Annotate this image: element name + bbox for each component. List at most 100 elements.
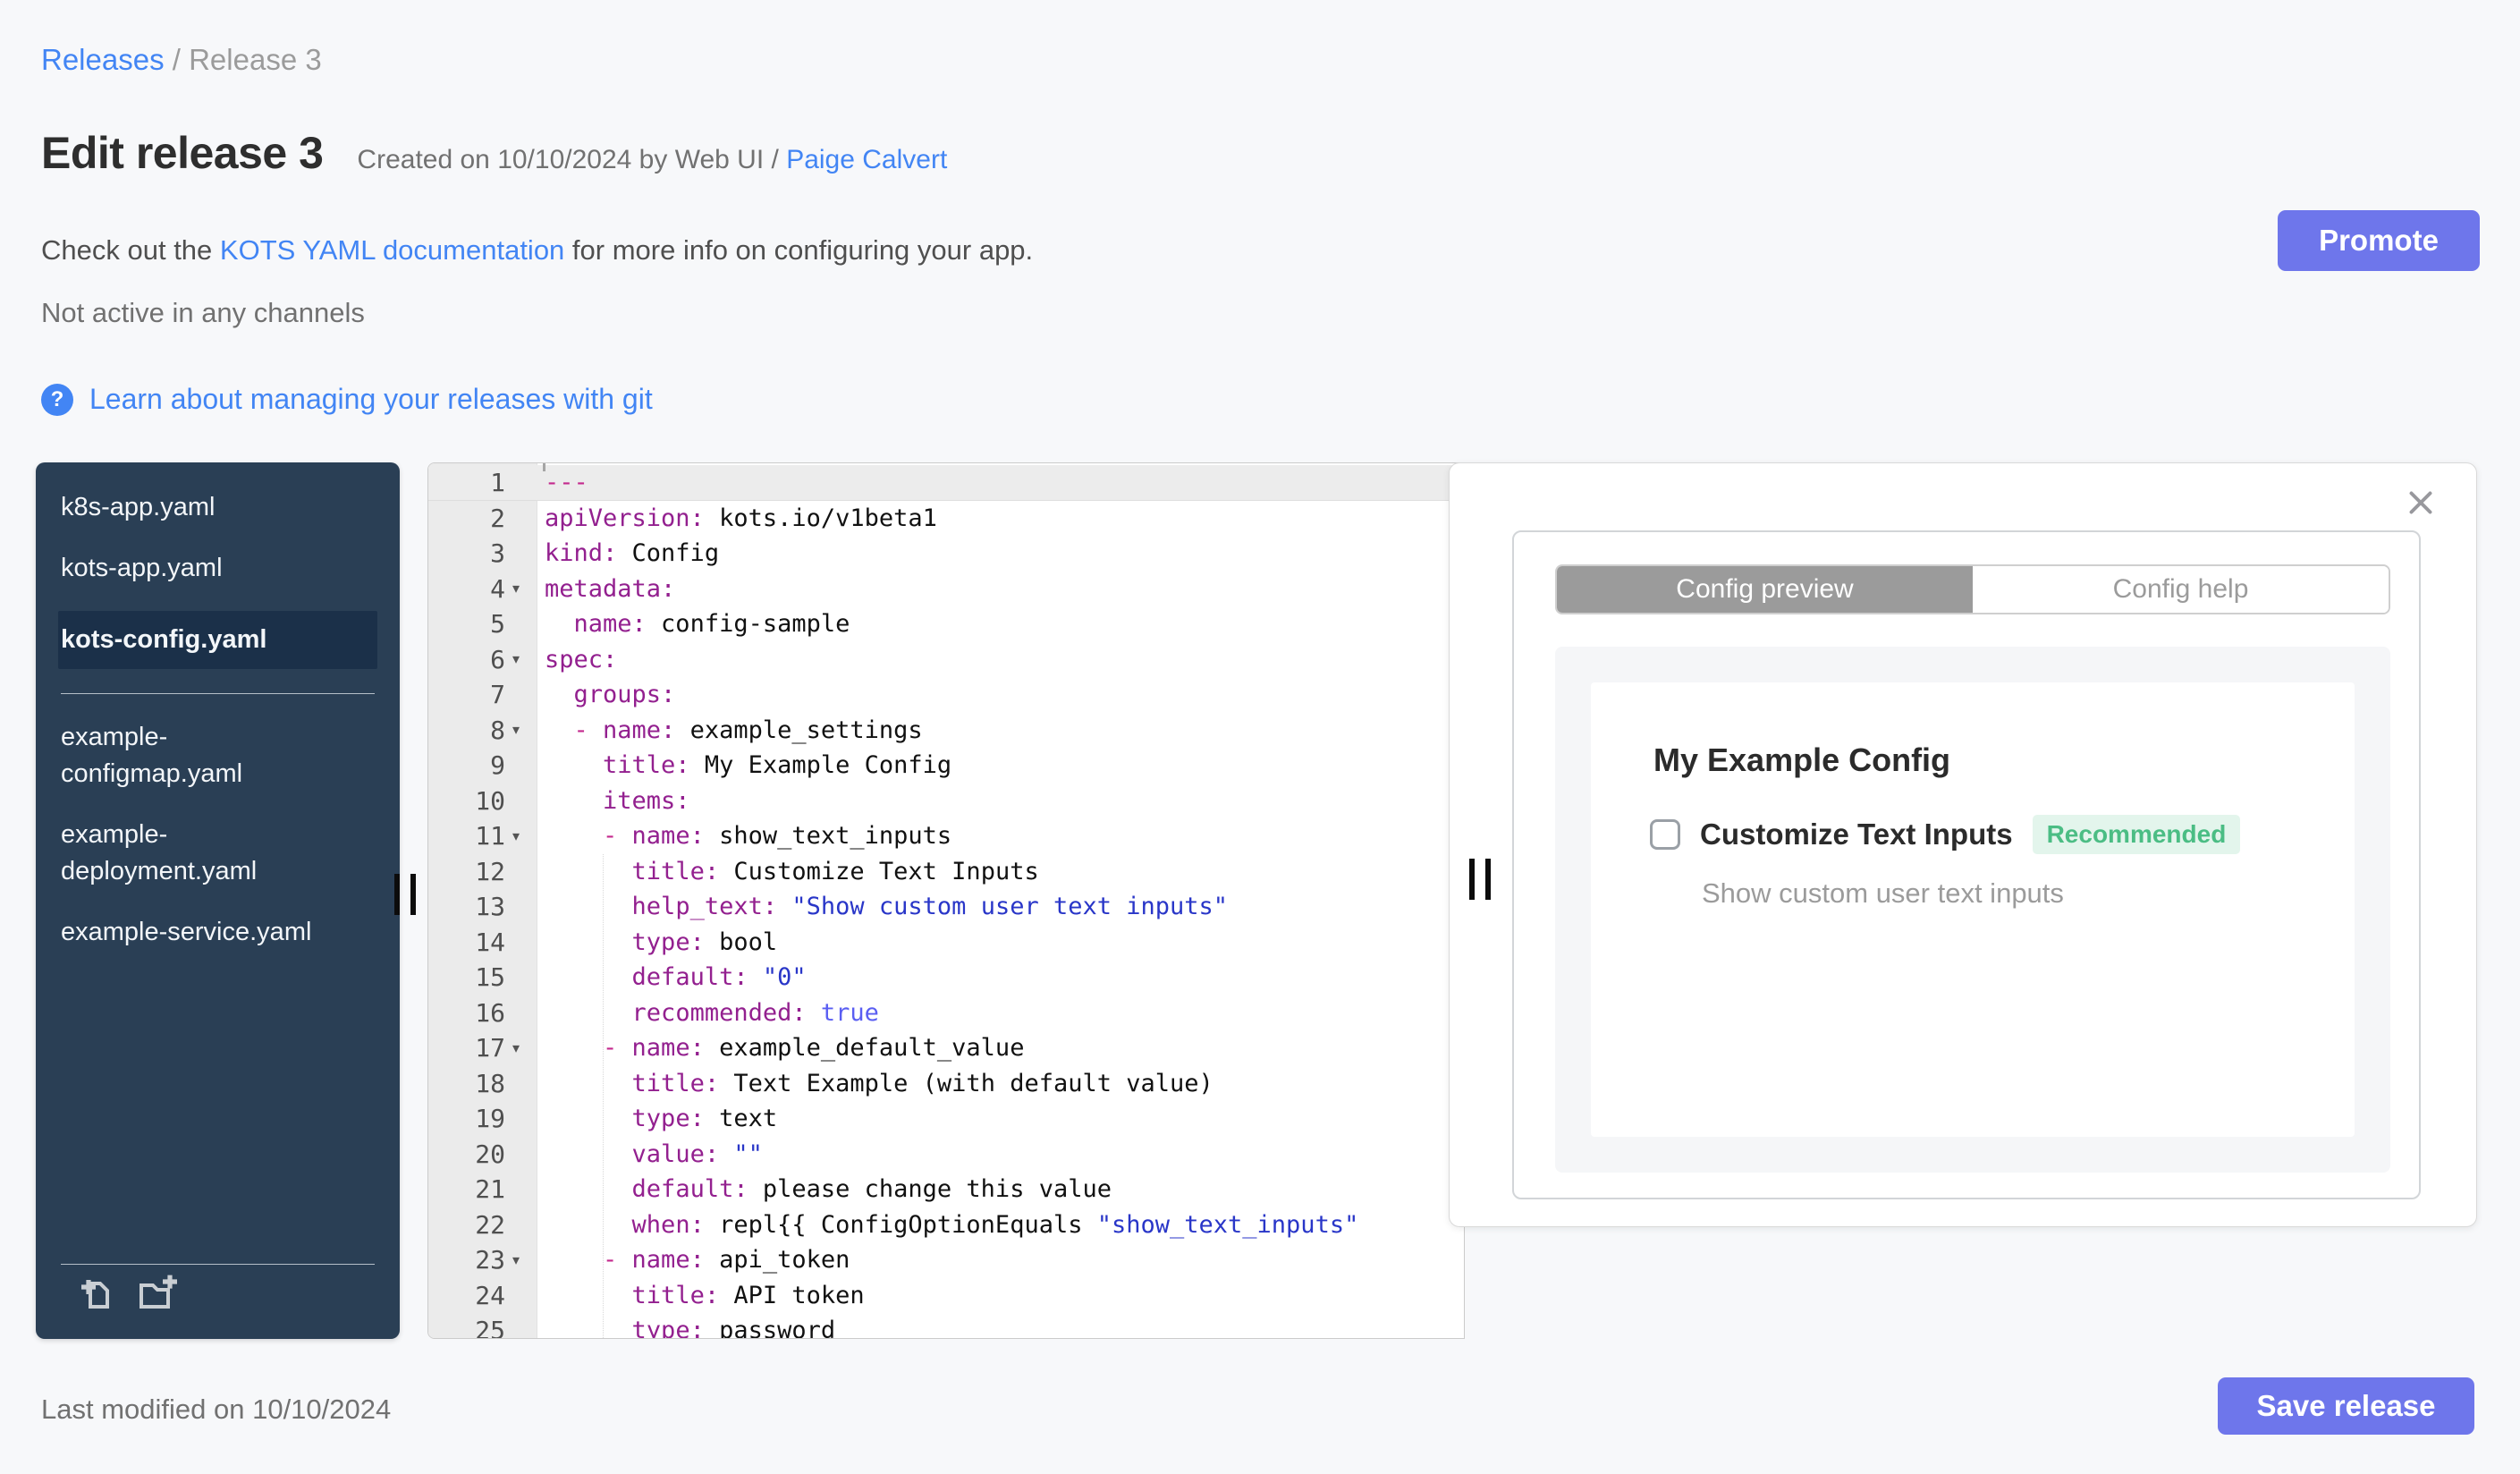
close-icon[interactable] [2405, 487, 2437, 519]
file-tree-items: k8s-app.yaml kots-app.yaml kots-config.yam… [36, 489, 400, 951]
code-line-18[interactable]: 18 title: Text Example (with default val… [428, 1066, 1464, 1102]
line-number: 16 [475, 997, 505, 1028]
code-line-9[interactable]: 9 title: My Example Config [428, 748, 1464, 784]
pane-resize-handle-right[interactable] [1469, 859, 1496, 900]
code-line-11[interactable]: 11 ▾ - name: show_text_inputs [428, 818, 1464, 854]
code-line-3[interactable]: 3 kind: Config [428, 536, 1464, 572]
customize-text-inputs-checkbox[interactable] [1650, 819, 1680, 850]
fold-arrow-icon[interactable]: ▾ [505, 650, 527, 668]
save-release-button[interactable]: Save release [2218, 1377, 2474, 1435]
line-number: 18 [475, 1068, 505, 1098]
config-item-help-text: Show custom user text inputs [1702, 877, 2064, 909]
git-releases-link[interactable]: Learn about managing your releases with … [89, 383, 653, 416]
line-number: 14 [475, 927, 505, 957]
line-number: 19 [475, 1104, 505, 1134]
line-number: 10 [475, 785, 505, 816]
line-number: 6 [490, 644, 505, 674]
line-number: 12 [475, 856, 505, 886]
code-line-17[interactable]: 17 ▾ - name: example_default_value [428, 1030, 1464, 1066]
config-preview-panel: Config preview Config help My Example Co… [1449, 462, 2477, 1227]
config-item-label: Customize Text Inputs [1700, 817, 2013, 851]
line-number: 17 [475, 1033, 505, 1063]
file-tree-item-example-configmap-yaml[interactable]: example-configmap.yaml [36, 719, 400, 792]
code-line-8[interactable]: 8 ▾ - name: example_settings [428, 713, 1464, 749]
handle-bar [1469, 859, 1475, 900]
fold-arrow-icon[interactable]: ▾ [505, 721, 527, 739]
code-line-6[interactable]: 6 ▾ spec: [428, 642, 1464, 678]
fold-arrow-icon[interactable]: ▾ [505, 1251, 527, 1269]
doc-line: Check out the KOTS YAML documentation fo… [41, 234, 1033, 267]
recommended-badge: Recommended [2032, 815, 2241, 854]
line-number: 22 [475, 1209, 505, 1240]
preview-tab-bar: Config preview Config help [1555, 564, 2390, 614]
code-line-13[interactable]: 13 help_text: "Show custom user text inp… [428, 889, 1464, 925]
code-line-21[interactable]: 21 default: please change this value [428, 1172, 1464, 1207]
code-line-25[interactable]: 25 type: password [428, 1313, 1464, 1339]
line-number: 25 [475, 1316, 505, 1339]
line-number: 3 [490, 538, 505, 569]
code-rows: 1 --- 2 apiVersion: kots.io/v1beta1 3 kind: C… [428, 463, 1464, 1339]
file-tree-item-k8s-app-yaml[interactable]: k8s-app.yaml [36, 489, 400, 526]
kots-yaml-doc-link[interactable]: KOTS YAML documentation [220, 234, 564, 266]
file-tree-item-example-service-yaml[interactable]: example-service.yaml [36, 914, 400, 951]
file-tree-divider [61, 693, 375, 694]
line-number: 8 [490, 715, 505, 745]
breadcrumb: Releases / Release 3 [41, 43, 322, 77]
pane-resize-handle-left[interactable] [394, 874, 421, 915]
code-line-12[interactable]: 12 title: Customize Text Inputs [428, 854, 1464, 890]
code-line-2[interactable]: 2 apiVersion: kots.io/v1beta1 [428, 501, 1464, 537]
line-number: 2 [490, 503, 505, 533]
code-line-10[interactable]: 10 items: [428, 784, 1464, 819]
fold-arrow-icon[interactable]: ▾ [505, 827, 527, 845]
line-number: 15 [475, 962, 505, 993]
code-line-23[interactable]: 23 ▾ - name: api_token [428, 1242, 1464, 1278]
fold-arrow-icon[interactable]: ▾ [505, 1039, 527, 1057]
code-line-1[interactable]: 1 --- [428, 463, 1464, 501]
handle-bar [1485, 859, 1491, 900]
fold-arrow-icon[interactable]: ▾ [505, 580, 527, 597]
line-number: 9 [490, 750, 505, 781]
tab-config-help[interactable]: Config help [1973, 566, 2389, 613]
line-number: 1 [490, 467, 505, 497]
channel-status: Not active in any channels [41, 297, 365, 328]
line-number: 23 [475, 1245, 505, 1275]
breadcrumb-separator: / [164, 43, 190, 76]
file-tree-item-kots-config-yaml[interactable]: kots-config.yaml [58, 611, 377, 669]
code-line-19[interactable]: 19 type: text [428, 1101, 1464, 1137]
help-question-icon[interactable]: ? [41, 383, 73, 416]
page-title: Edit release 3 [41, 128, 324, 178]
breadcrumb-releases-link[interactable]: Releases [41, 43, 165, 76]
code-line-4[interactable]: 4 ▾ metadata: [428, 572, 1464, 607]
code-line-24[interactable]: 24 title: API token [428, 1278, 1464, 1314]
code-line-7[interactable]: 7 groups: [428, 677, 1464, 713]
line-number: 20 [475, 1139, 505, 1169]
file-tree-item-example-deployment-yaml[interactable]: example-deployment.yaml [36, 817, 400, 890]
code-line-22[interactable]: 22 when: repl{{ ConfigOptionEquals "show… [428, 1207, 1464, 1243]
handle-bar [394, 874, 400, 915]
new-folder-icon[interactable] [132, 1274, 181, 1317]
code-line-14[interactable]: 14 type: bool [428, 925, 1464, 961]
last-modified-text: Last modified on 10/10/2024 [41, 1394, 392, 1425]
doc-prefix: Check out the [41, 234, 220, 266]
promote-button[interactable]: Promote [2278, 210, 2480, 271]
line-number: 11 [475, 821, 505, 851]
author-link[interactable]: Paige Calvert [786, 145, 947, 174]
line-number: 7 [490, 680, 505, 710]
line-number: 4 [490, 573, 505, 604]
line-number: 24 [475, 1280, 505, 1310]
text-cursor [543, 463, 545, 471]
code-line-20[interactable]: 20 value: "" [428, 1137, 1464, 1173]
preview-body: My Example Config Customize Text Inputs … [1555, 647, 2390, 1173]
created-line: Created on 10/10/2024 by Web UI / Paige … [357, 145, 947, 175]
code-line-5[interactable]: 5 name: config-sample [428, 606, 1464, 642]
doc-suffix: for more info on configuring your app. [564, 234, 1034, 266]
line-number: 21 [475, 1174, 505, 1205]
code-line-15[interactable]: 15 default: "0" [428, 960, 1464, 995]
new-file-icon[interactable] [75, 1274, 118, 1317]
yaml-code-editor[interactable]: 1 --- 2 apiVersion: kots.io/v1beta1 3 kind: C… [427, 462, 1465, 1339]
file-tree-item-kots-app-yaml[interactable]: kots-app.yaml [36, 550, 400, 587]
tab-config-preview[interactable]: Config preview [1557, 566, 1973, 613]
code-line-16[interactable]: 16 recommended: true [428, 995, 1464, 1031]
breadcrumb-current: Release 3 [189, 43, 322, 76]
config-item-row: Customize Text Inputs Recommended [1650, 815, 2241, 854]
